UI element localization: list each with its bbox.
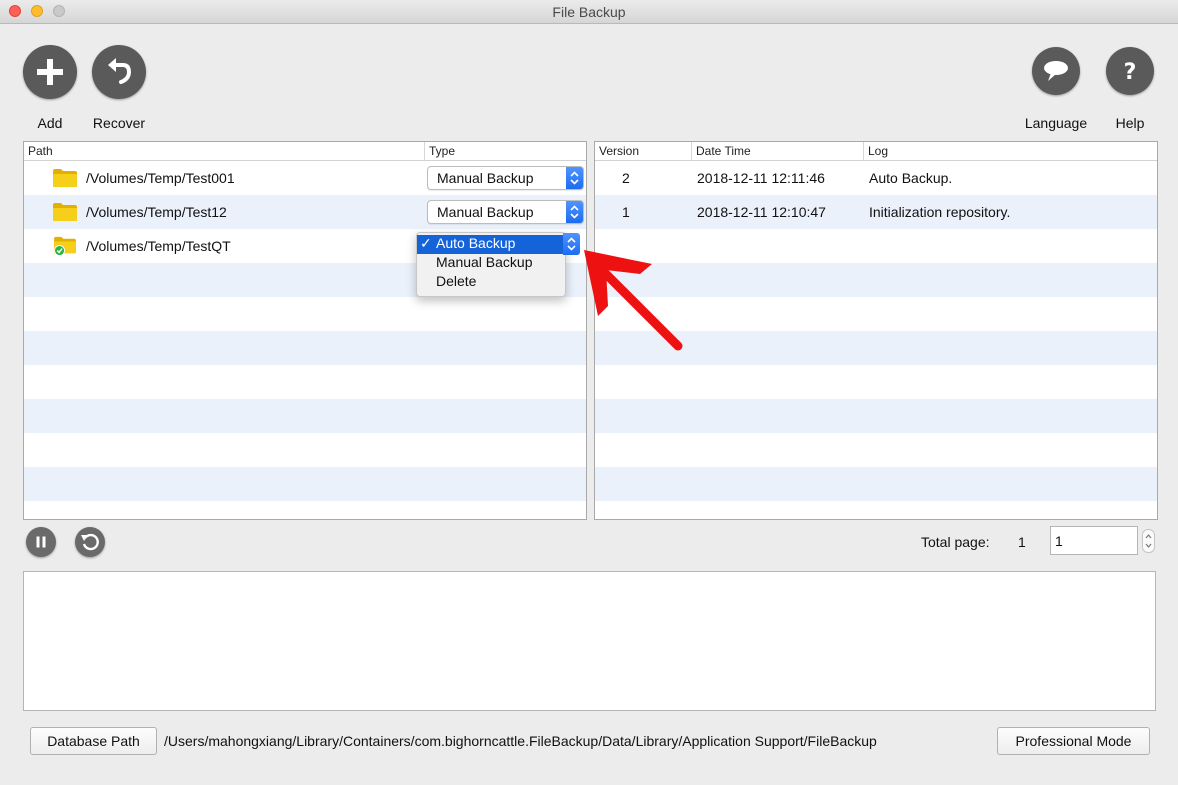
table-row (595, 433, 1157, 467)
path-cell: /Volumes/Temp/Test001 (86, 170, 235, 186)
total-page-label: Total page: (921, 534, 990, 550)
page-number-input[interactable]: 1 (1050, 526, 1138, 555)
type-select[interactable]: Manual Backup (427, 200, 584, 224)
option-label: Delete (436, 273, 477, 289)
type-column-header[interactable]: Type (424, 142, 586, 160)
paths-table: Path Type /Volumes/Temp/Test001 Manual B… (23, 141, 587, 520)
chevron-up-down-icon (566, 201, 583, 223)
page-stepper[interactable] (1142, 529, 1155, 553)
pause-icon (36, 536, 46, 548)
total-page-value: 1 (1018, 534, 1026, 550)
add-label: Add (37, 115, 63, 131)
help-button[interactable]: ? (1106, 47, 1154, 95)
dropdown-option-delete[interactable]: Delete (417, 273, 565, 292)
folder-check-icon (54, 236, 76, 256)
table-row[interactable]: /Volumes/Temp/Test001 Manual Backup (24, 161, 586, 195)
help-label: Help (1115, 115, 1145, 131)
checkmark-icon: ✓ (420, 235, 432, 251)
option-label: Auto Backup (436, 235, 516, 251)
refresh-icon (81, 533, 99, 551)
speech-bubble-icon (1044, 61, 1068, 81)
red-arrow-annotation (584, 250, 683, 351)
add-button[interactable] (23, 45, 77, 99)
dropdown-option-auto-backup[interactable]: ✓ Auto Backup (417, 235, 565, 254)
table-row (595, 365, 1157, 399)
language-button[interactable] (1032, 47, 1080, 95)
database-path-text: /Users/mahongxiang/Library/Containers/co… (164, 733, 877, 749)
professional-mode-button[interactable]: Professional Mode (997, 727, 1150, 755)
window-title: File Backup (552, 4, 626, 20)
table-row (24, 399, 586, 433)
type-select-value: Manual Backup (437, 204, 534, 220)
recover-button[interactable] (92, 45, 146, 99)
version-column-header[interactable]: Version (599, 144, 639, 160)
log-output-area[interactable] (23, 571, 1156, 711)
undo-icon (108, 58, 132, 84)
table-row (24, 467, 586, 501)
table-row[interactable]: 2 2018-12-11 12:11:46 Auto Backup. (595, 161, 1157, 195)
page-number-value: 1 (1055, 533, 1063, 549)
versions-table-header: Version Date Time Log (595, 142, 1157, 161)
option-label: Manual Backup (436, 254, 533, 270)
path-cell: /Volumes/Temp/TestQT (86, 238, 231, 254)
table-row (24, 331, 586, 365)
path-cell: /Volumes/Temp/Test12 (86, 204, 227, 220)
refresh-button[interactable] (75, 527, 105, 557)
folder-icon (53, 203, 77, 221)
chevron-up-down-icon (566, 167, 583, 189)
svg-text:?: ? (1124, 60, 1137, 84)
version-cell: 1 (622, 204, 630, 220)
log-column-header[interactable]: Log (863, 142, 1157, 160)
type-select-value: Manual Backup (437, 170, 534, 186)
table-row[interactable]: 1 2018-12-11 12:10:47 Initialization rep… (595, 195, 1157, 229)
log-cell: Initialization repository. (869, 204, 1011, 220)
type-select[interactable]: Manual Backup (427, 166, 584, 190)
folder-icon (53, 169, 77, 187)
datetime-cell: 2018-12-11 12:11:46 (697, 170, 825, 186)
recover-label: Recover (92, 115, 146, 131)
language-label: Language (1024, 115, 1088, 131)
datetime-cell: 2018-12-11 12:10:47 (697, 204, 826, 220)
plus-icon (37, 59, 63, 85)
database-path-button[interactable]: Database Path (30, 727, 157, 755)
dropdown-option-manual-backup[interactable]: Manual Backup (417, 254, 565, 273)
stepper-arrows-icon (1145, 534, 1152, 548)
table-row[interactable]: /Volumes/Temp/Test12 Manual Backup (24, 195, 586, 229)
table-row (24, 297, 586, 331)
table-row (595, 399, 1157, 433)
version-cell: 2 (622, 170, 630, 186)
title-bar: File Backup (0, 0, 1178, 24)
table-row (24, 365, 586, 399)
path-column-header[interactable]: Path (28, 144, 53, 160)
table-row (595, 467, 1157, 501)
log-cell: Auto Backup. (869, 170, 953, 186)
question-mark-icon: ? (1124, 60, 1137, 84)
datetime-column-header[interactable]: Date Time (691, 142, 862, 160)
table-row (24, 433, 586, 467)
paths-table-header: Path Type (24, 142, 586, 161)
pause-button[interactable] (26, 527, 56, 557)
type-dropdown-menu: ✓ Auto Backup Manual Backup Delete (416, 232, 566, 297)
